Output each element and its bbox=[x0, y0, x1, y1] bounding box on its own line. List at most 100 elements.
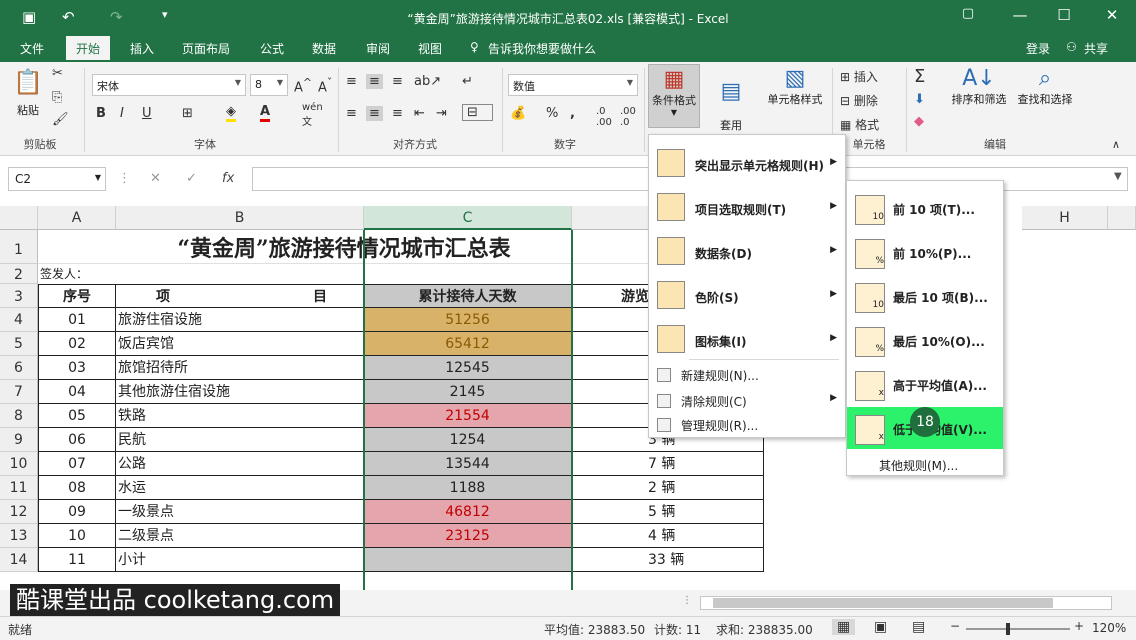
tab-file[interactable]: 文件 bbox=[20, 40, 44, 57]
page-layout-view-icon[interactable]: ▣ bbox=[874, 619, 887, 635]
cell-visitors[interactable]: 1188 bbox=[364, 476, 572, 500]
row-header-3[interactable]: 3 bbox=[0, 284, 38, 308]
column-header-d[interactable] bbox=[572, 206, 652, 230]
increase-indent-icon[interactable]: ⇥ bbox=[436, 106, 447, 121]
row-header[interactable]: 4 bbox=[0, 308, 38, 332]
cell-item[interactable]: 其他旅游住宿设施 bbox=[116, 380, 364, 404]
zoom-in-icon[interactable]: + bbox=[1074, 619, 1084, 633]
comma-style-icon[interactable]: , bbox=[570, 106, 575, 121]
cell-tour[interactable]: 5 辆 bbox=[572, 500, 764, 524]
align-left-icon[interactable]: ≡ bbox=[346, 106, 357, 121]
column-header-h[interactable]: H bbox=[1022, 206, 1108, 230]
cell-item[interactable]: 公路 bbox=[116, 452, 364, 476]
cf-menu-item[interactable]: 突出显示单元格规则(H) ▶ bbox=[649, 143, 845, 185]
cell-item[interactable]: 二级景点 bbox=[116, 524, 364, 548]
column-header-c[interactable]: C bbox=[364, 206, 572, 230]
tab-insert[interactable]: 插入 bbox=[130, 40, 154, 57]
cell-id[interactable]: 11 bbox=[38, 548, 116, 572]
fx-icon[interactable]: fx bbox=[222, 171, 234, 186]
row-header-1[interactable]: 1 bbox=[0, 230, 38, 264]
close-button[interactable]: ✕ bbox=[1092, 6, 1132, 24]
cell-item[interactable]: 旅游住宿设施 bbox=[116, 308, 364, 332]
row-header-2[interactable]: 2 bbox=[0, 264, 38, 284]
cf-menu-item[interactable]: 管理规则(R)... bbox=[649, 413, 845, 437]
font-name-select[interactable]: 宋体 ▼ bbox=[92, 74, 246, 96]
tab-view[interactable]: 视图 bbox=[418, 40, 442, 57]
cell-item[interactable]: 旅馆招待所 bbox=[116, 356, 364, 380]
scroll-thumb[interactable] bbox=[713, 598, 1053, 608]
cell-id[interactable]: 01 bbox=[38, 308, 116, 332]
cell-item[interactable]: 一级景点 bbox=[116, 500, 364, 524]
row-header[interactable]: 5 bbox=[0, 332, 38, 356]
font-size-select[interactable]: 8 ▼ bbox=[250, 74, 288, 96]
zoom-out-icon[interactable]: − bbox=[950, 619, 960, 633]
autosum-icon[interactable]: Σ bbox=[914, 66, 925, 87]
cell-item[interactable]: 铁路 bbox=[116, 404, 364, 428]
cell-id[interactable]: 04 bbox=[38, 380, 116, 404]
insert-cells-button[interactable]: ⊞ 插入 bbox=[840, 68, 878, 85]
fill-color-icon[interactable]: ◈ bbox=[226, 104, 236, 122]
cancel-icon[interactable]: ✕ bbox=[150, 171, 161, 186]
row-header[interactable]: 13 bbox=[0, 524, 38, 548]
submenu-item[interactable]: 10 最后 10 项(B)... bbox=[847, 275, 1003, 317]
tab-data[interactable]: 数据 bbox=[312, 40, 336, 57]
cell-id[interactable]: 10 bbox=[38, 524, 116, 548]
cell-id[interactable]: 09 bbox=[38, 500, 116, 524]
submenu-item[interactable]: 其他规则(M)... bbox=[847, 453, 1003, 475]
horizontal-scrollbar[interactable] bbox=[700, 596, 1112, 610]
submenu-item[interactable]: 10 前 10 项(T)... bbox=[847, 187, 1003, 229]
cell-id[interactable]: 08 bbox=[38, 476, 116, 500]
ribbon-display-icon[interactable]: ▢ bbox=[948, 6, 988, 21]
align-right-icon[interactable]: ≡ bbox=[392, 106, 403, 121]
zoom-level[interactable]: 120% bbox=[1092, 621, 1126, 635]
tab-formulas[interactable]: 公式 bbox=[260, 40, 284, 57]
clear-icon[interactable]: ◆ bbox=[914, 114, 924, 129]
cell-tour[interactable]: 2 辆 bbox=[572, 476, 764, 500]
submenu-item[interactable]: % 最后 10%(O)... bbox=[847, 319, 1003, 361]
cell-visitors[interactable]: 46812 bbox=[364, 500, 572, 524]
copy-icon[interactable]: ⎘ bbox=[52, 90, 62, 105]
page-break-view-icon[interactable]: ▤ bbox=[912, 619, 925, 635]
decrease-decimal-icon[interactable]: .00.0 bbox=[620, 106, 636, 128]
paste-button[interactable]: 粘贴 bbox=[12, 102, 44, 118]
login-link[interactable]: 登录 bbox=[1026, 40, 1050, 57]
select-all[interactable] bbox=[0, 206, 38, 230]
row-header[interactable]: 9 bbox=[0, 428, 38, 452]
sort-filter-button[interactable]: A↓ 排序和筛选 bbox=[946, 66, 1012, 107]
format-cells-button[interactable]: ▦ 格式 bbox=[840, 116, 879, 133]
cut-icon[interactable]: ✂ bbox=[52, 66, 63, 81]
cell-id[interactable]: 06 bbox=[38, 428, 116, 452]
underline-icon[interactable]: U bbox=[142, 106, 152, 121]
enter-icon[interactable]: ✓ bbox=[186, 171, 197, 186]
column-header-i[interactable] bbox=[1108, 206, 1136, 230]
align-top-icon[interactable]: ≡ bbox=[346, 74, 357, 89]
cell-id[interactable]: 02 bbox=[38, 332, 116, 356]
conditional-format-button[interactable]: ▦ 条件格式 ▼ bbox=[648, 64, 700, 128]
row-header[interactable]: 12 bbox=[0, 500, 38, 524]
cell-visitors[interactable]: 1254 bbox=[364, 428, 572, 452]
zoom-slider-thumb[interactable] bbox=[1006, 623, 1010, 635]
share-button[interactable]: 共享 bbox=[1084, 40, 1108, 57]
bold-icon[interactable]: B bbox=[96, 106, 106, 121]
cf-menu-item[interactable]: 新建规则(N)... bbox=[649, 363, 845, 387]
cell-visitors[interactable]: 13544 bbox=[364, 452, 572, 476]
align-center-icon[interactable]: ≡ bbox=[366, 106, 383, 121]
zoom-slider[interactable] bbox=[966, 628, 1070, 630]
cell-item[interactable]: 饭店宾馆 bbox=[116, 332, 364, 356]
italic-icon[interactable]: I bbox=[120, 106, 124, 121]
number-format-select[interactable]: 数值 ▼ bbox=[508, 74, 638, 96]
cell-tour[interactable]: 33 辆 bbox=[572, 548, 764, 572]
cell-visitors[interactable]: 65412 bbox=[364, 332, 572, 356]
cell-visitors[interactable]: 21554 bbox=[364, 404, 572, 428]
merge-center-icon[interactable]: ⊟ bbox=[462, 104, 493, 121]
row-header[interactable]: 6 bbox=[0, 356, 38, 380]
name-box[interactable]: C2 ▼ bbox=[8, 167, 106, 191]
cell-visitors[interactable]: 2145 bbox=[364, 380, 572, 404]
row-header[interactable]: 11 bbox=[0, 476, 38, 500]
cell-id[interactable]: 07 bbox=[38, 452, 116, 476]
fill-icon[interactable]: ⬇ bbox=[914, 92, 925, 107]
submenu-item[interactable]: % 前 10%(P)... bbox=[847, 231, 1003, 273]
wrap-text-icon[interactable]: ↵ bbox=[462, 74, 473, 89]
increase-decimal-icon[interactable]: .0.00 bbox=[596, 106, 612, 128]
percent-icon[interactable]: % bbox=[546, 106, 558, 121]
